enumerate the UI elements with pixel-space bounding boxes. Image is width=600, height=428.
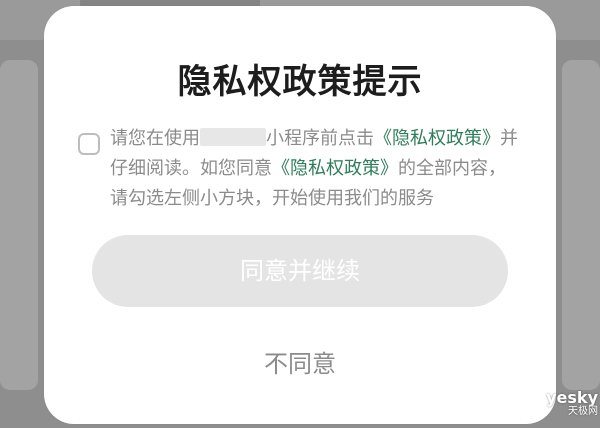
consent-text-part2: 小程序前点击 <box>266 128 374 149</box>
disagree-button[interactable]: 不同意 <box>200 346 400 382</box>
consent-text-part1: 请您在使用 <box>110 128 200 149</box>
privacy-policy-dialog: 隐私权政策提示 请您在使用 小程序前点击《隐私权政策》并仔细阅读。如您同意《隐私权… <box>44 6 556 424</box>
agree-and-continue-button[interactable]: 同意并继续 <box>92 235 508 307</box>
consent-text: 请您在使用 小程序前点击《隐私权政策》并仔细阅读。如您同意《隐私权政策》的全部内容… <box>110 124 520 214</box>
privacy-policy-link-1[interactable]: 《隐私权政策》 <box>374 128 500 149</box>
watermark-brand: yesky <box>546 388 598 407</box>
consent-checkbox[interactable] <box>78 133 100 155</box>
watermark-logo: yesky 天极网 <box>540 390 598 424</box>
privacy-policy-link-2[interactable]: 《隐私权政策》 <box>272 158 398 179</box>
redacted-app-name <box>200 128 266 146</box>
watermark-subtitle: 天极网 <box>568 406 598 417</box>
background-card-left <box>0 60 38 390</box>
dialog-title: 隐私权政策提示 <box>177 62 423 102</box>
background-card-right <box>562 60 600 390</box>
